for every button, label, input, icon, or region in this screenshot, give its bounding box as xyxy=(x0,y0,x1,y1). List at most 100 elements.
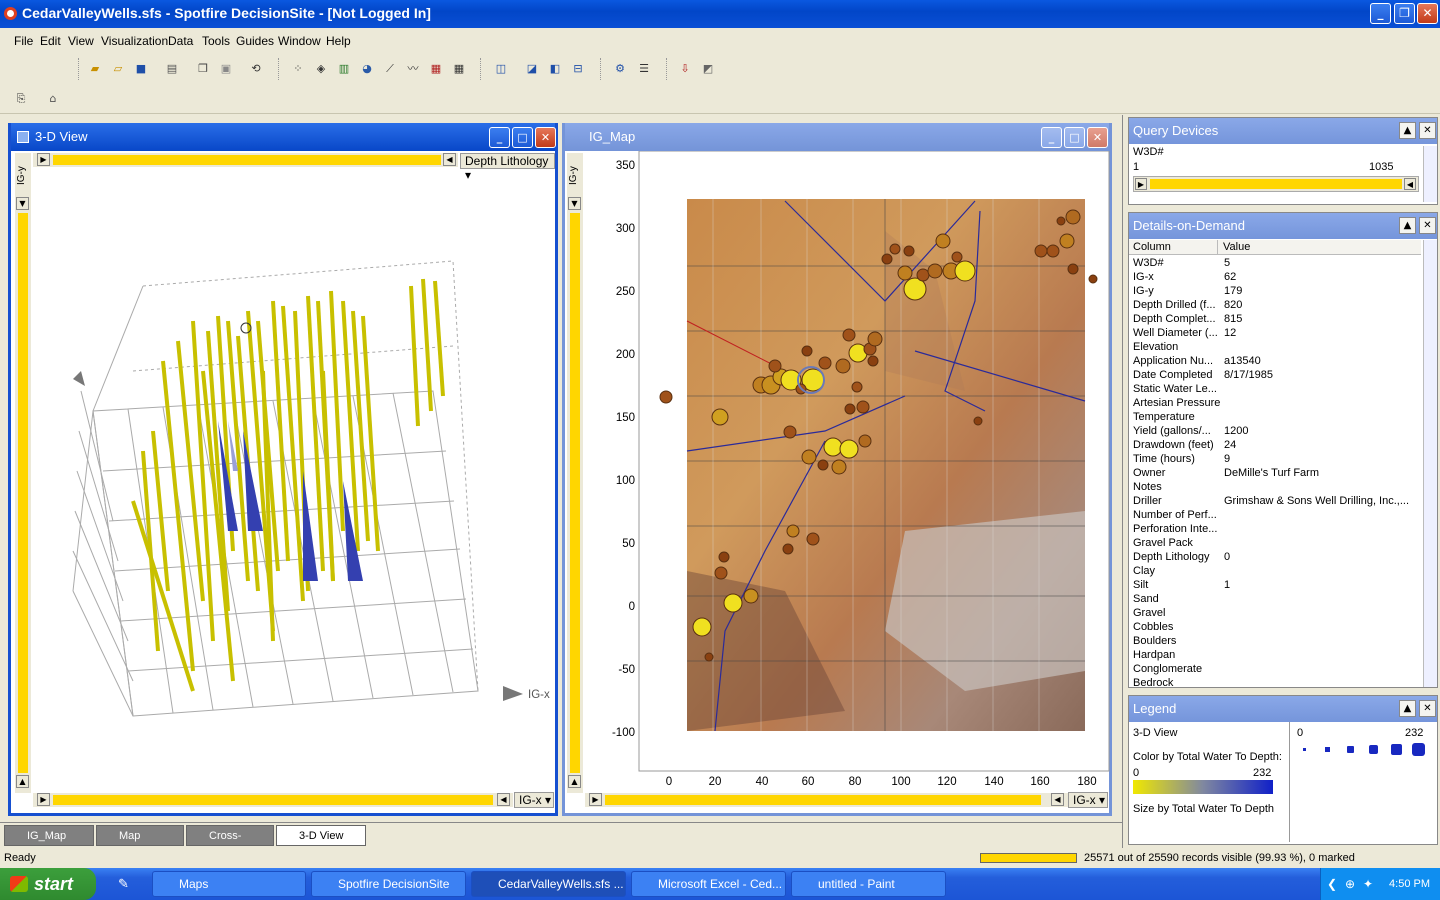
well-marker[interactable] xyxy=(867,331,883,347)
color-axis-selector[interactable]: Depth Lithology ▾ xyxy=(460,153,555,182)
open-icon[interactable]: ▰ xyxy=(86,60,104,77)
well-marker[interactable] xyxy=(916,268,930,282)
map-x-slider[interactable]: ▶ ◀ xyxy=(585,793,1069,807)
map-y-slider-down[interactable]: ▲ xyxy=(568,775,581,788)
well-marker[interactable] xyxy=(783,425,797,439)
details-collapse-button[interactable]: ▲ xyxy=(1399,217,1416,234)
x-slider-range[interactable] xyxy=(53,795,493,805)
details-row[interactable]: Driller Grimshaw & Sons Well Drilling, In… xyxy=(1133,494,1421,508)
well-marker[interactable] xyxy=(1034,244,1048,258)
map-x-slider-right[interactable]: ◀ xyxy=(1051,793,1064,806)
details-row[interactable]: Depth Lithology 0 xyxy=(1133,550,1421,564)
menu-data[interactable]: Data xyxy=(168,34,193,48)
taskbar-cedarvalley[interactable]: CedarValleyWells.sfs ... xyxy=(471,871,626,897)
details-row[interactable]: Number of Perf... xyxy=(1133,508,1421,522)
save-icon[interactable]: ■ xyxy=(132,60,150,77)
well-marker[interactable] xyxy=(951,251,963,263)
map-x-slider-range[interactable] xyxy=(605,795,1041,805)
well-marker[interactable] xyxy=(823,437,843,457)
details-row[interactable]: IG-y 179 xyxy=(1133,284,1421,298)
well-marker[interactable] xyxy=(704,652,714,662)
query-scrollbar[interactable] xyxy=(1423,146,1437,202)
details-row[interactable]: Yield (gallons/... 1200 xyxy=(1133,424,1421,438)
well-marker[interactable] xyxy=(881,253,893,265)
map-y-slider-up[interactable]: ▼ xyxy=(568,197,581,210)
details-row[interactable]: Hardpan xyxy=(1133,648,1421,662)
well-marker[interactable] xyxy=(839,439,859,459)
details-row[interactable]: Conglomerate xyxy=(1133,662,1421,676)
ig-map-maximize-button[interactable]: □ xyxy=(1064,127,1085,148)
query-devices-collapse-button[interactable]: ▲ xyxy=(1399,122,1416,139)
well-marker[interactable] xyxy=(954,260,976,282)
tile-horizontal-icon[interactable]: ⊟ xyxy=(569,60,587,77)
details-row[interactable]: Drawdown (feet) 24 xyxy=(1133,438,1421,452)
taskbar-spotfire[interactable]: Spotfire DecisionSite xyxy=(311,871,466,897)
tile-icon[interactable]: ◪ xyxy=(523,60,541,77)
x-slider-left[interactable]: ▶ xyxy=(37,793,50,806)
slider-left-arrow[interactable]: ▶ xyxy=(37,153,50,166)
well-marker[interactable] xyxy=(1059,233,1075,249)
ig-map-y-axis-tab[interactable]: IG-y xyxy=(568,155,582,185)
details-row[interactable]: Depth Drilled (f... 820 xyxy=(1133,298,1421,312)
taskbar-paint[interactable]: untitled - Paint xyxy=(791,871,946,897)
menu-file[interactable]: File xyxy=(14,34,33,48)
well-marker[interactable] xyxy=(867,355,879,367)
details-row[interactable]: Sand xyxy=(1133,592,1421,606)
legend-close-button[interactable]: ✕ xyxy=(1419,700,1436,717)
query-slider-right[interactable]: ◀ xyxy=(1404,178,1416,190)
details-row[interactable]: Gravel xyxy=(1133,606,1421,620)
well-marker[interactable] xyxy=(1067,263,1079,275)
well-marker[interactable] xyxy=(782,543,794,555)
ig-map-minimize-button[interactable]: _ xyxy=(1041,127,1062,148)
well-marker[interactable] xyxy=(842,328,856,342)
table-icon[interactable]: ▦ xyxy=(450,60,468,77)
network-icon[interactable]: ⊕ xyxy=(1345,868,1355,900)
edit-icon[interactable]: ◩ xyxy=(699,60,717,77)
well-marker[interactable] xyxy=(831,459,847,475)
well-marker[interactable] xyxy=(801,449,817,465)
tray-arrow-icon[interactable]: ❮ xyxy=(1327,868,1337,900)
details-row[interactable]: Owner DeMille's Turf Farm xyxy=(1133,466,1421,480)
map-y-slider-range[interactable] xyxy=(570,213,580,773)
details-row[interactable]: Bedrock xyxy=(1133,676,1421,687)
details-row[interactable]: Silt 1 xyxy=(1133,578,1421,592)
well-marker[interactable] xyxy=(723,593,743,613)
x-slider-right[interactable]: ◀ xyxy=(497,793,510,806)
taskbar-maps[interactable]: Maps xyxy=(152,871,306,897)
menu-view[interactable]: View xyxy=(68,34,94,48)
well-marker[interactable] xyxy=(786,524,800,538)
details-row[interactable]: Notes xyxy=(1133,480,1421,494)
details-row[interactable]: W3D# 5 xyxy=(1133,256,1421,270)
x-axis-selector[interactable]: IG-x ▾ xyxy=(514,792,554,808)
well-marker[interactable] xyxy=(1088,274,1098,284)
well-marker[interactable] xyxy=(1056,216,1066,226)
volume-icon[interactable]: ✦ xyxy=(1363,868,1373,900)
map-x-slider-left[interactable]: ▶ xyxy=(589,793,602,806)
y-axis-tab[interactable]: IG-y xyxy=(16,155,30,185)
pie-chart-icon[interactable]: ◕ xyxy=(358,60,376,77)
guide-icon[interactable]: ⎘ xyxy=(12,90,30,107)
bar-chart-icon[interactable]: ▥ xyxy=(335,60,353,77)
details-row[interactable]: Cobbles xyxy=(1133,620,1421,634)
well-marker[interactable] xyxy=(768,359,782,373)
details-value-header[interactable]: Value xyxy=(1223,241,1250,253)
query-devices-close-button[interactable]: ✕ xyxy=(1419,122,1436,139)
well-marker[interactable] xyxy=(897,265,913,281)
details-row[interactable]: IG-x 62 xyxy=(1133,270,1421,284)
details-row[interactable]: Clay xyxy=(1133,564,1421,578)
menu-edit[interactable]: Edit xyxy=(40,34,61,48)
well-marker[interactable] xyxy=(818,356,832,370)
restore-button[interactable]: ❐ xyxy=(1394,3,1415,24)
well-marker[interactable] xyxy=(692,617,712,637)
details-row[interactable]: Temperature xyxy=(1133,410,1421,424)
3d-view-maximize-button[interactable]: □ xyxy=(512,127,533,148)
well-marker[interactable] xyxy=(889,243,901,255)
well-marker[interactable] xyxy=(856,400,870,414)
query-slider-left[interactable]: ▶ xyxy=(1135,178,1147,190)
well-marker[interactable] xyxy=(935,233,951,249)
3d-plot-canvas[interactable]: IG-x xyxy=(33,171,555,789)
details-row[interactable]: Static Water Le... xyxy=(1133,382,1421,396)
close-button[interactable]: ✕ xyxy=(1417,3,1438,24)
tab-map[interactable]: Map xyxy=(96,825,184,846)
details-row[interactable]: Perforation Inte... xyxy=(1133,522,1421,536)
